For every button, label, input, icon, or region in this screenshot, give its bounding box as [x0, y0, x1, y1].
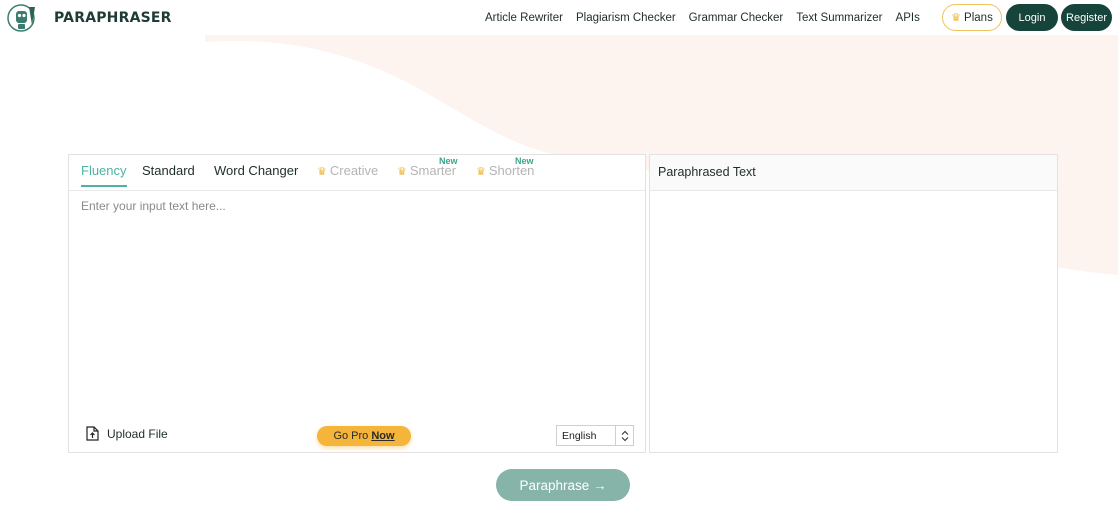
tab-creative-label: Creative: [329, 163, 379, 178]
paraphrase-button[interactable]: Paraphrase →: [496, 469, 630, 501]
select-arrows-icon: [615, 426, 633, 445]
new-badge: New: [515, 156, 534, 166]
top-header: PARAPHRASER Article Rewriter Plagiarism …: [0, 0, 1118, 35]
tab-shorten[interactable]: New ♛ Shorten: [476, 156, 534, 187]
tab-fluency[interactable]: Fluency: [81, 163, 127, 187]
tab-smarter[interactable]: New ♛ Smarter: [397, 156, 458, 187]
upload-file-icon: [86, 426, 99, 441]
tab-standard[interactable]: Standard: [142, 163, 195, 187]
mode-tabs: Fluency Standard Word Changer ♛ Creative …: [69, 155, 645, 191]
go-pro-button[interactable]: Go Pro Now: [317, 426, 411, 446]
upload-file-button[interactable]: Upload File: [86, 426, 168, 441]
nav-grammar-checker[interactable]: Grammar Checker: [689, 12, 784, 24]
output-title: Paraphrased Text: [650, 155, 1057, 191]
go-pro-emphasis: Now: [371, 430, 395, 442]
go-pro-label: Go Pro: [333, 430, 369, 442]
input-panel: Fluency Standard Word Changer ♛ Creative …: [68, 154, 646, 453]
nav-plagiarism-checker[interactable]: Plagiarism Checker: [576, 12, 676, 24]
brand-logo[interactable]: PARAPHRASER: [5, 3, 172, 33]
tab-word-changer[interactable]: Word Changer: [214, 163, 298, 187]
register-button[interactable]: Register: [1061, 4, 1112, 31]
language-select[interactable]: English: [556, 425, 634, 446]
upload-file-label: Upload File: [107, 426, 168, 441]
crown-icon: ♛: [397, 166, 407, 178]
plans-label: Plans: [964, 11, 993, 24]
tab-creative[interactable]: ♛ Creative: [317, 163, 378, 187]
crown-icon: ♛: [317, 166, 327, 178]
robot-pen-icon: [7, 4, 35, 32]
new-badge: New: [439, 156, 458, 166]
nav-article-rewriter[interactable]: Article Rewriter: [485, 12, 563, 24]
nav-text-summarizer[interactable]: Text Summarizer: [796, 12, 882, 24]
main-nav: Article Rewriter Plagiarism Checker Gram…: [485, 0, 933, 35]
nav-apis[interactable]: APIs: [896, 12, 920, 24]
login-button[interactable]: Login: [1006, 4, 1058, 31]
input-textarea[interactable]: [81, 199, 631, 399]
brand-name: PARAPHRASER: [54, 10, 172, 26]
plans-button[interactable]: ♛ Plans: [942, 4, 1002, 31]
crown-icon: ♛: [476, 166, 486, 178]
output-panel: Paraphrased Text: [649, 154, 1058, 453]
language-value: English: [562, 429, 597, 442]
crown-icon: ♛: [951, 12, 962, 24]
